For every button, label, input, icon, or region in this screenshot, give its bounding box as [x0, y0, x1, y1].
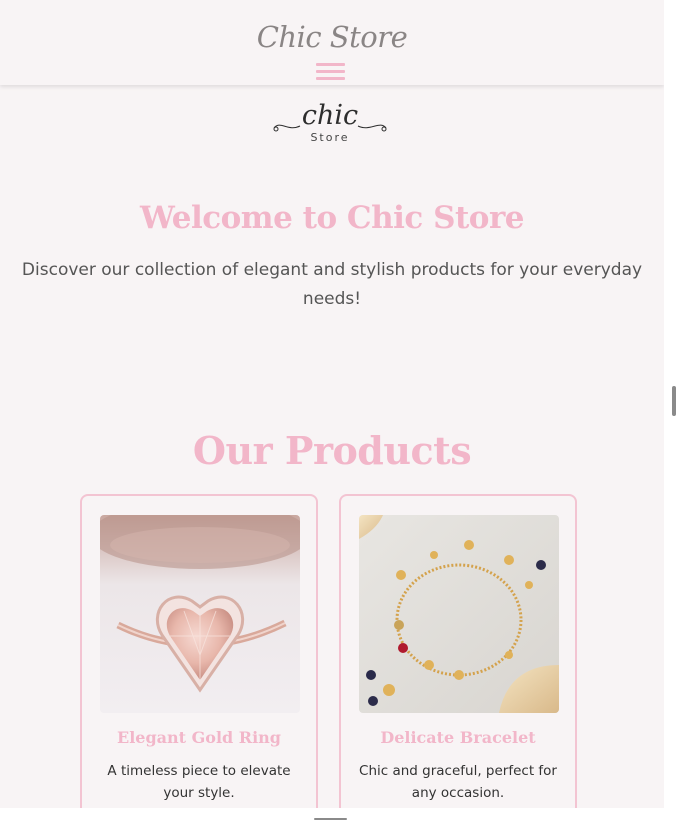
- welcome-title: Welcome to Chic Store: [139, 200, 525, 236]
- charm-bracelet-photo[interactable]: [359, 515, 559, 713]
- product-description: Chic and graceful, perfect for any occas…: [359, 763, 557, 801]
- product-title[interactable]: Delicate Bracelet: [341, 728, 575, 747]
- product-description: A timeless piece to elevate your style.: [107, 763, 291, 801]
- store-logo: chic Store: [270, 102, 390, 158]
- site-header: Chic Store: [0, 0, 664, 85]
- brand-title[interactable]: Chic Store: [0, 20, 664, 54]
- heart-ring-photo[interactable]: [100, 515, 300, 713]
- bottom-handle[interactable]: [314, 818, 347, 820]
- scrollbar-thumb[interactable]: [672, 386, 676, 416]
- product-card[interactable]: Delicate Bracelet Chic and graceful, per…: [339, 494, 577, 822]
- hamburger-menu-icon[interactable]: [316, 63, 345, 83]
- welcome-text: Discover our collection of elegant and s…: [21, 260, 643, 309]
- product-card[interactable]: Elegant Gold Ring A timeless piece to el…: [80, 494, 318, 822]
- products-title: Our Products: [192, 428, 472, 473]
- product-title[interactable]: Elegant Gold Ring: [82, 728, 316, 747]
- page: Chic Store chic Store Welcome to Chic St…: [0, 0, 664, 822]
- logo-swirl-icon: [273, 124, 387, 132]
